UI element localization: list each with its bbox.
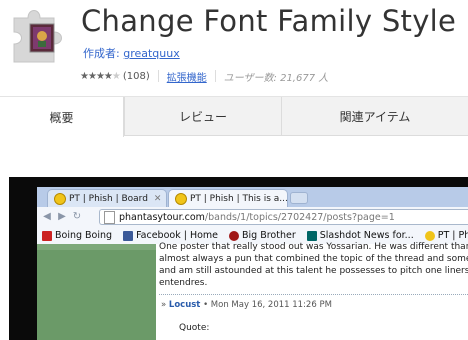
star-icon: ★ bbox=[80, 70, 89, 82]
phantasytour-icon bbox=[175, 192, 187, 205]
post-divider bbox=[159, 294, 468, 295]
star-empty-icon: ★ bbox=[111, 70, 121, 82]
bookmark-label: Slashdot News for... bbox=[319, 230, 414, 241]
meta-divider bbox=[157, 70, 159, 82]
url-host: phantasytour.com bbox=[119, 211, 205, 223]
star-icon: ★ bbox=[87, 70, 97, 82]
author-link[interactable]: greatquux bbox=[123, 47, 180, 60]
boing-boing-icon bbox=[42, 230, 52, 241]
forum-post: One poster that really stood out was Yos… bbox=[159, 242, 468, 340]
tab-overview[interactable]: 概要 bbox=[0, 97, 124, 137]
star-icon: ★ bbox=[103, 70, 113, 82]
extension-screenshot[interactable]: PT | Phish | Board ✕ PT | Phish | This i… bbox=[9, 177, 468, 340]
forum-sidebar bbox=[37, 244, 156, 340]
browser-tab: PT | Phish | Board ✕ bbox=[47, 189, 167, 207]
close-icon: ✕ bbox=[153, 193, 162, 204]
forum-page: One poster that really stood out was Yos… bbox=[37, 242, 468, 340]
address-bar: phantasytour.com/bands/1/topics/2702427/… bbox=[99, 209, 468, 225]
tab-label: 概要 bbox=[49, 110, 74, 125]
author-line: 作成者: greatquux bbox=[83, 45, 180, 61]
extension-meta: ★★★★★ (108) 拡張機能 ユーザー数: 21,677 人 bbox=[80, 69, 329, 84]
bookmark-item: Boing Boing bbox=[42, 230, 112, 241]
facebook-icon bbox=[123, 230, 134, 241]
browser-tab-label: PT | Phish | This is a... bbox=[190, 193, 288, 204]
big-brother-icon bbox=[229, 230, 239, 241]
bookmark-label: Big Brother bbox=[242, 230, 296, 241]
page-icon bbox=[104, 210, 115, 224]
bookmark-item: PT | Phish | Messa bbox=[424, 230, 468, 241]
bookmark-item: Big Brother bbox=[229, 230, 296, 241]
meta-divider bbox=[214, 70, 216, 82]
post-line: almost always a pun that combined the to… bbox=[159, 254, 468, 264]
bookmark-label: PT | Phish | Messa bbox=[437, 230, 468, 241]
browser-tab-active: PT | Phish | This is a... ✕ bbox=[168, 189, 288, 207]
post-meta: » Locust • Mon May 16, 2011 11:26 PM bbox=[161, 300, 332, 310]
category-link[interactable]: 拡張機能 bbox=[167, 69, 207, 84]
tab-related[interactable]: 関連アイテム bbox=[281, 97, 468, 136]
phantasytour-icon bbox=[54, 192, 66, 205]
rating-stars: ★★★★★ bbox=[80, 70, 121, 82]
star-icon: ★ bbox=[95, 70, 105, 82]
browser-tab-strip: PT | Phish | Board ✕ PT | Phish | This i… bbox=[37, 187, 468, 207]
detail-tabs: 概要 レビュー 関連アイテム bbox=[0, 96, 468, 137]
post-line: One poster that really stood out was Yos… bbox=[159, 242, 468, 252]
tab-reviews[interactable]: レビュー bbox=[124, 97, 281, 136]
phantasytour-icon bbox=[424, 230, 435, 241]
tab-label: レビュー bbox=[178, 110, 227, 124]
bookmark-item: Slashdot News for... bbox=[306, 230, 414, 241]
bookmark-item: Facebook | Home bbox=[123, 230, 218, 241]
extension-header: Change Font Family Style 作成者: greatquux … bbox=[0, 0, 468, 96]
user-count: ユーザー数: 21,677 人 bbox=[223, 72, 329, 84]
slashdot-icon bbox=[306, 230, 317, 241]
tab-label: 関連アイテム bbox=[339, 110, 411, 124]
bookmark-label: Boing Boing bbox=[55, 230, 113, 241]
new-tab-icon bbox=[290, 192, 308, 204]
browser-tab-label: PT | Phish | Board bbox=[69, 193, 148, 204]
back-arrow-icon: ◀ bbox=[43, 211, 51, 222]
screenshot-browser-window: PT | Phish | Board ✕ PT | Phish | This i… bbox=[37, 187, 468, 340]
quote-label: Quote: bbox=[179, 323, 210, 333]
browser-toolbar: ◀ ▶ ↻ phantasytour.com/bands/1/topics/27… bbox=[37, 207, 468, 227]
url-path: /bands/1/topics/2702427/posts?page=1 bbox=[204, 211, 395, 223]
post-author: Locust bbox=[168, 300, 201, 310]
extension-title: Change Font Family Style bbox=[81, 4, 457, 38]
rating-count: (108) bbox=[122, 70, 150, 82]
reload-icon: ↻ bbox=[72, 211, 82, 222]
forward-arrow-icon: ▶ bbox=[58, 211, 66, 222]
post-line: entendres. bbox=[159, 278, 208, 288]
puzzle-piece-icon bbox=[13, 10, 62, 63]
bookmark-label: Facebook | Home bbox=[136, 230, 218, 241]
post-line: and am still astounded at this talent he… bbox=[159, 266, 468, 276]
author-label: 作成者: bbox=[83, 47, 120, 60]
post-date: • Mon May 16, 2011 11:26 PM bbox=[203, 300, 332, 310]
